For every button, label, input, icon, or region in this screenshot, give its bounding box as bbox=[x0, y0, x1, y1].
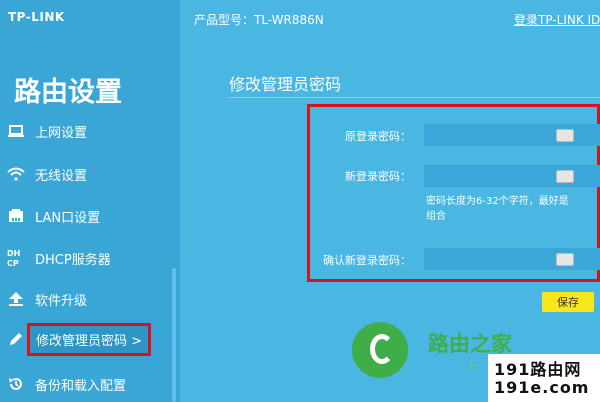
model-label: 产品型号： bbox=[194, 13, 255, 27]
sidebar-item-upgrade[interactable]: 软件升级 bbox=[0, 284, 172, 314]
laptop-icon bbox=[5, 122, 27, 140]
lan-port-icon bbox=[5, 207, 27, 225]
watermark-badge-line: 191e.com bbox=[494, 378, 590, 397]
upgrade-arrow-icon bbox=[5, 290, 27, 308]
sidebar-item-backup[interactable]: 备份和载入配置 bbox=[0, 369, 172, 399]
password-hint-line: 组合 bbox=[426, 211, 446, 222]
svg-text:CP: CP bbox=[7, 259, 19, 268]
keyboard-icon[interactable] bbox=[556, 129, 574, 142]
sidebar-item-label: 无线设置 bbox=[35, 168, 88, 184]
sidebar-item-label: 备份和载入配置 bbox=[35, 378, 127, 394]
dhcp-icon: DH CP bbox=[5, 249, 27, 268]
sidebar-item-label: 软件升级 bbox=[35, 293, 88, 309]
watermark-badge-line: 191路由网 bbox=[494, 360, 582, 379]
sidebar-item-wireless[interactable]: 无线设置 bbox=[0, 159, 172, 189]
product-model: 产品型号：TL-WR886N bbox=[194, 11, 324, 28]
sidebar-item-label: LAN口设置 bbox=[35, 210, 101, 226]
tp-link-logo: TP-LINK bbox=[8, 10, 65, 24]
keyboard-icon[interactable] bbox=[556, 253, 574, 266]
save-button[interactable]: 保存 bbox=[542, 292, 594, 312]
sidebar-item-dhcp[interactable]: DH CP DHCP服务器 bbox=[0, 243, 172, 273]
new-password-label: 新登录密码： bbox=[345, 170, 411, 183]
sidebar-item-lan[interactable]: LAN口设置 bbox=[0, 201, 172, 231]
tp-link-id-login-link[interactable]: 登录TP-LINK ID bbox=[514, 11, 600, 28]
old-password-label: 原登录密码： bbox=[345, 130, 411, 143]
model-value: TL-WR886N bbox=[254, 13, 324, 27]
wifi-icon bbox=[5, 165, 27, 183]
sidebar-item-internet[interactable]: 上网设置 bbox=[0, 116, 172, 146]
sidebar: TP-LINK 路由设置 上网设置 无线设置 LAN口设置 DH CP DHCP服… bbox=[0, 0, 180, 402]
sidebar-item-label: DHCP服务器 bbox=[35, 252, 111, 268]
title-divider bbox=[229, 97, 600, 98]
sidebar-title: 路由设置 bbox=[14, 77, 122, 108]
sidebar-scrollbar[interactable] bbox=[172, 268, 176, 402]
watermark-badge: 191路由网 191e.com bbox=[488, 354, 600, 402]
keyboard-icon[interactable] bbox=[556, 170, 574, 183]
confirm-password-label: 确认新登录密码： bbox=[323, 254, 411, 267]
svg-text:DH: DH bbox=[7, 249, 20, 258]
sidebar-item-label: 修改管理员密码 > bbox=[27, 322, 152, 356]
password-hint-line: 密码长度为6-32个字符，最好是 bbox=[426, 196, 569, 207]
pencil-icon bbox=[5, 330, 27, 348]
page-title: 修改管理员密码 bbox=[229, 75, 342, 94]
restore-icon bbox=[5, 375, 27, 393]
watermark-domain: h bbox=[470, 360, 478, 374]
watermark-logo-icon bbox=[352, 322, 408, 378]
sidebar-item-label: 上网设置 bbox=[35, 125, 88, 141]
password-hint: 密码长度为6-32个字符，最好是 组合 bbox=[426, 194, 600, 224]
sidebar-item-admin-password[interactable]: 修改管理员密码 > bbox=[0, 322, 172, 356]
